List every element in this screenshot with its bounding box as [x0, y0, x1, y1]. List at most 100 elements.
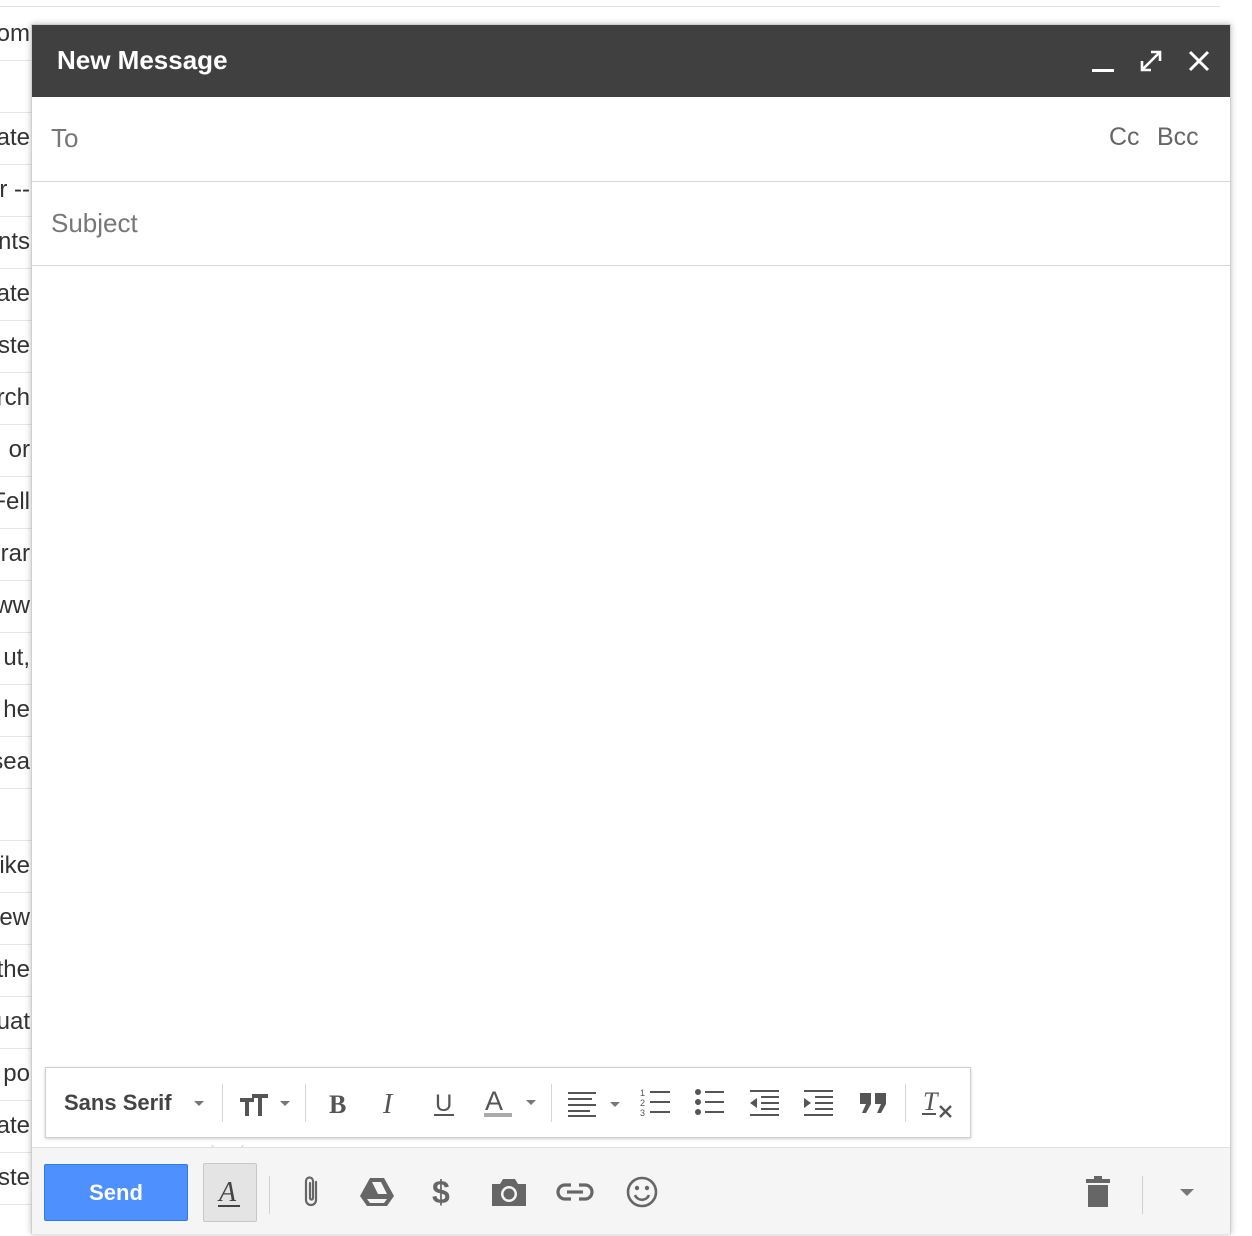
bulleted-list-button[interactable] — [694, 1082, 726, 1124]
inbox-row-text: www — [0, 592, 30, 619]
cc-link[interactable]: Cc — [1109, 123, 1140, 152]
svg-text:$: $ — [432, 1174, 450, 1210]
more-options-button[interactable] — [1167, 1172, 1207, 1212]
toolbar-divider — [305, 1084, 306, 1122]
compose-titlebar[interactable]: New Message — [32, 25, 1230, 97]
numbered-list-icon: 123 — [640, 1088, 670, 1118]
inbox-row-text: ste — [0, 1164, 30, 1191]
bold-icon: B — [329, 1090, 346, 1118]
to-row: To Cc Bcc — [32, 97, 1230, 182]
svg-text:B: B — [329, 1090, 346, 1118]
subject-field[interactable] — [162, 198, 1216, 250]
svg-text:T: T — [923, 1087, 939, 1116]
formatting-options-icon: A — [217, 1177, 240, 1208]
link-icon — [556, 1183, 594, 1201]
font-family-select[interactable]: Sans Serif — [64, 1082, 206, 1124]
indent-more-icon — [804, 1090, 833, 1116]
inbox-row-text: rch — [0, 384, 30, 411]
align-icon — [568, 1092, 620, 1117]
inbox-row-text: ste — [0, 332, 30, 359]
inbox-row-text: urar — [0, 540, 30, 567]
compose-action-bar: Send A $ — [32, 1147, 1230, 1234]
inbox-row-text: nts — [0, 228, 30, 255]
inbox-row-text: ate — [0, 1112, 30, 1139]
inbox-row-text: eate — [0, 280, 30, 307]
bulleted-list-icon — [695, 1089, 724, 1115]
indent-less-icon — [750, 1090, 779, 1116]
minimize-icon[interactable] — [1089, 47, 1117, 75]
insert-emoji-button[interactable] — [622, 1172, 662, 1212]
drive-icon — [360, 1178, 394, 1206]
toolbar-divider — [551, 1084, 552, 1122]
indent-less-button[interactable] — [749, 1082, 781, 1124]
bcc-link[interactable]: Bcc — [1157, 123, 1199, 152]
quote-icon — [860, 1093, 886, 1113]
svg-text:3: 3 — [640, 1108, 645, 1118]
subject-row: Subject — [32, 182, 1230, 266]
svg-text:U: U — [435, 1090, 452, 1117]
attach-icon — [304, 1176, 318, 1207]
font-size-icon — [240, 1094, 290, 1116]
photo-icon — [492, 1179, 526, 1206]
svg-text:A: A — [217, 1177, 237, 1208]
close-icon[interactable] — [1185, 47, 1213, 75]
formatting-toolbar: Sans Serif B I U A 1 2 3 T — [45, 1067, 971, 1138]
expand-icon[interactable] — [1137, 47, 1165, 75]
trash-icon — [1086, 1176, 1110, 1207]
send-money-button[interactable]: $ — [423, 1172, 463, 1212]
inbox-row-text: like — [0, 852, 30, 879]
text-color-icon: A — [484, 1086, 536, 1117]
remove-formatting-button[interactable]: T — [920, 1082, 956, 1124]
toolbar-divider — [222, 1084, 223, 1122]
send-button[interactable]: Send — [44, 1164, 188, 1221]
underline-button[interactable]: U — [430, 1082, 460, 1124]
align-button[interactable] — [567, 1082, 623, 1124]
attach-button[interactable] — [292, 1172, 332, 1212]
remove-formatting-icon: T — [922, 1087, 952, 1118]
indent-more-button[interactable] — [803, 1082, 835, 1124]
chevron-down-icon — [193, 1101, 204, 1106]
drive-button[interactable] — [357, 1172, 397, 1212]
emoji-icon — [626, 1176, 658, 1208]
toolbar-divider — [905, 1084, 906, 1122]
inbox-row-text: ew — [0, 904, 30, 931]
inbox-row-text: sea — [0, 748, 30, 775]
bold-button[interactable]: B — [323, 1082, 353, 1124]
italic-icon: I — [382, 1089, 394, 1118]
quote-button[interactable] — [858, 1082, 890, 1124]
to-field[interactable] — [102, 113, 1086, 165]
inbox-row-text: the — [0, 956, 30, 983]
numbered-list-button[interactable]: 123 — [640, 1082, 672, 1124]
compose-title: New Message — [57, 45, 228, 75]
message-body[interactable] — [32, 266, 1230, 1146]
svg-text:I: I — [382, 1089, 394, 1118]
discard-draft-button[interactable] — [1078, 1172, 1118, 1212]
italic-button[interactable]: I — [377, 1082, 407, 1124]
inbox-row-text: po — [3, 1060, 30, 1087]
inbox-row-text: r -- — [0, 176, 30, 203]
font-size-button[interactable] — [238, 1082, 294, 1124]
toolbar-divider — [269, 1176, 270, 1214]
formatting-options-button[interactable]: A — [203, 1163, 257, 1222]
svg-text:2: 2 — [640, 1098, 645, 1108]
inbox-row-text: Fell — [0, 488, 30, 515]
inbox-row-text: ate — [0, 124, 30, 151]
inbox-row-text: om — [0, 20, 30, 47]
compose-window: New Message To Cc Bcc Subject Sans Serif — [31, 24, 1231, 1234]
svg-text:A: A — [485, 1086, 503, 1116]
insert-link-button[interactable] — [555, 1172, 595, 1212]
inbox-top-divider — [0, 6, 1220, 7]
money-icon: $ — [432, 1174, 450, 1210]
subject-label: Subject — [51, 208, 138, 238]
insert-photo-button[interactable] — [489, 1172, 529, 1212]
inbox-row-text: ut, — [3, 644, 30, 671]
text-color-button[interactable]: A — [482, 1082, 540, 1124]
inbox-row-text: he — [3, 696, 30, 723]
to-label: To — [51, 123, 79, 153]
inbox-row-text: uat — [0, 1008, 30, 1035]
toolbar-divider — [1142, 1176, 1143, 1214]
svg-text:1: 1 — [640, 1088, 645, 1098]
inbox-row-text: or — [8, 436, 30, 463]
underline-icon: U — [434, 1090, 454, 1117]
font-family-label: Sans Serif — [64, 1090, 172, 1115]
